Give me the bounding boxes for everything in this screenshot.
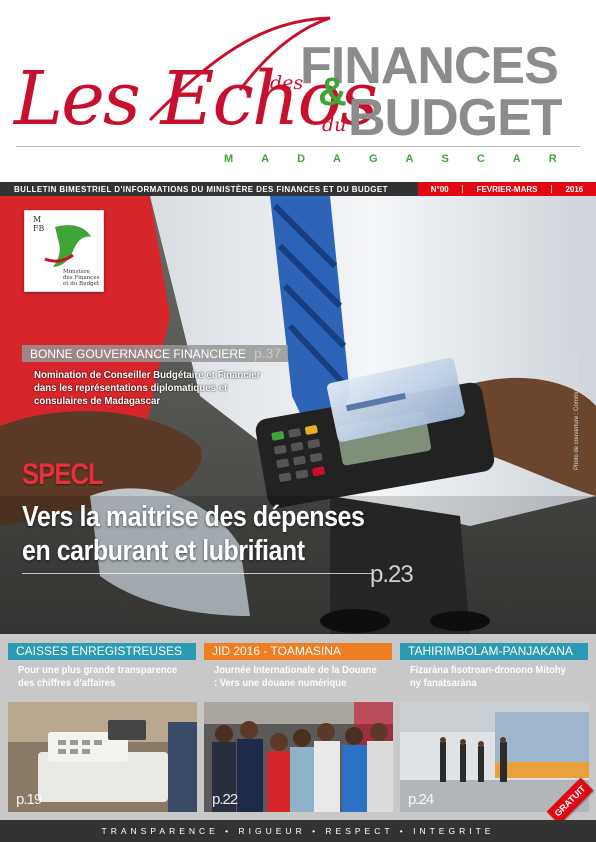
thumbnail-page-ref: p.24 [408, 791, 434, 808]
column-teaser-tahirimbolam[interactable]: Fizaràna fisotroan-dronono Mitohy ny fan… [410, 664, 577, 690]
divider [550, 185, 552, 193]
column-header-tahirimbolam[interactable]: TAHIRIMBOLAM-PANJAKANA [400, 643, 588, 660]
issue-info-bar: BULLETIN BIMESTRIEL D'INFORMATIONS DU MI… [0, 182, 596, 196]
main-article-page-ref: p.23 [370, 561, 414, 588]
main-article-kicker: SPECL [22, 458, 104, 491]
footer-values: TRANSPARENCE • RIGUEUR • RESPECT • INTEG… [0, 820, 596, 842]
column-teaser-caisses[interactable]: Pour une plus grande transparence des ch… [18, 664, 185, 690]
bulletin-description: BULLETIN BIMESTRIEL D'INFORMATIONS DU MI… [14, 184, 388, 194]
issue-year: 2016 [565, 184, 584, 194]
issue-details: N°00 FEVRIER-MARS 2016 [418, 182, 596, 196]
thumbnail-page-ref: p.22 [212, 791, 238, 808]
masthead: Les Echos des FINANCES & du BUDGET MADAG… [0, 0, 596, 182]
thumbnail-cash-register[interactable]: p.19 [8, 702, 197, 812]
masthead-divider [16, 146, 580, 147]
page-ref: p.37 [254, 345, 282, 361]
ministry-caption: Ministère des Finances et du Budget [63, 269, 100, 287]
title-budget: BUDGET [348, 89, 563, 147]
issue-period: FEVRIER-MARS [476, 184, 538, 194]
photo-credit: Photo de couverture : Communication DGT [574, 354, 580, 470]
main-article-headline[interactable]: Vers la maitrise des dépenses en carbura… [22, 500, 383, 568]
title-ampersand: & [318, 70, 347, 114]
column-header-jid[interactable]: JID 2016 - TOAMASINA [204, 643, 392, 660]
thumbnail-customs-event[interactable]: p.22 [204, 702, 393, 812]
ministry-abbreviation: M FB [33, 215, 44, 233]
title-des: des [270, 72, 304, 94]
title-madagascar: MADAGASCAR [224, 153, 585, 165]
column-header-caisses[interactable]: CAISSES ENREGISTREUSES [8, 643, 196, 660]
secondary-article-teaser[interactable]: Nomination de Conseiller Budgétaire et F… [34, 369, 273, 408]
column-teaser-jid[interactable]: Journée Internationale de la Douane : Ve… [214, 664, 381, 690]
abbr-top: M [33, 215, 42, 224]
section-tag-bonne-gouvernance[interactable]: BONNE GOUVERNANCE FINANCIERE p.37 [22, 345, 288, 362]
magazine-cover: Les Echos des FINANCES & du BUDGET MADAG… [0, 0, 596, 842]
divider [462, 185, 464, 193]
title-du: du [322, 114, 347, 136]
section-tag-label: BONNE GOUVERNANCE FINANCIERE [30, 347, 247, 361]
ministry-logo: M FB Ministère des Finances et du Budget [24, 210, 104, 292]
headline-rule [22, 573, 372, 574]
thumbnail-office-counter[interactable]: p.24 [400, 702, 589, 812]
thumbnail-page-ref: p.19 [16, 791, 42, 808]
abbr-mid: FB [33, 224, 45, 233]
issue-number: N°00 [430, 184, 449, 194]
